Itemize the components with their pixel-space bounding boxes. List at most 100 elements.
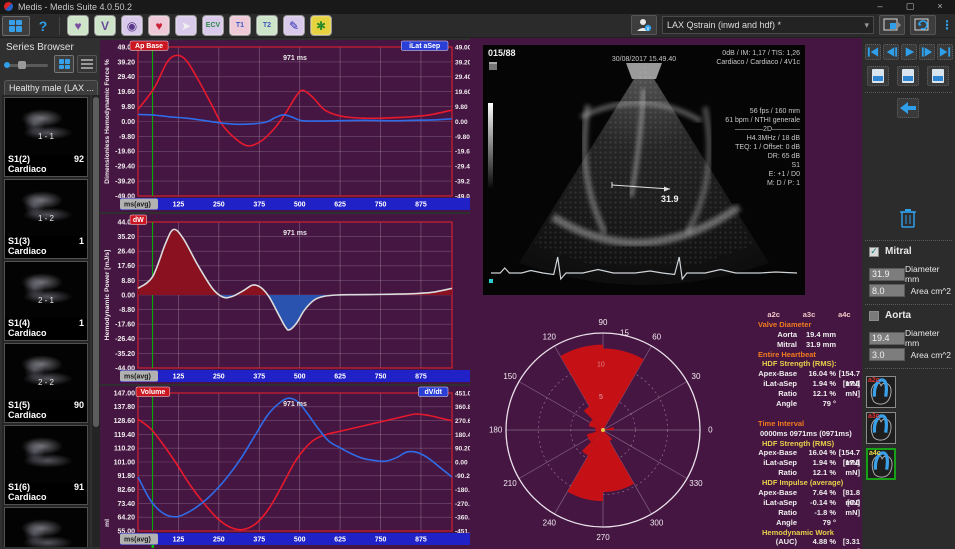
series-thumbnail[interactable]: 2 - 2S1(5)90Cardiaco xyxy=(4,343,88,423)
mitral-area-input[interactable] xyxy=(869,284,905,297)
series-thumbnail[interactable]: 1 - 1S1(2)92Cardiaco xyxy=(4,97,88,177)
svg-text:26.40: 26.40 xyxy=(117,249,135,256)
view-tab-a3c[interactable]: a3c xyxy=(791,310,826,320)
overflow-menu-button[interactable]: ⋮ xyxy=(941,18,951,32)
svg-text:29.40: 29.40 xyxy=(455,74,470,81)
dw-chart-svg: 44.0035.2026.4017.608.800.00-8.80-17.60-… xyxy=(100,214,470,384)
qflow-app-icon[interactable]: V xyxy=(94,15,116,36)
metric-value: 12.1 % xyxy=(800,389,836,399)
user-session-button[interactable]: x xyxy=(631,15,657,35)
svg-text:-360.80: -360.80 xyxy=(455,515,470,522)
toolbar-separator xyxy=(59,17,60,35)
ecv-app-icon[interactable]: ECV xyxy=(202,15,224,36)
series-thumbnail[interactable]: 2 - 1S1(4)1Cardiaco xyxy=(4,261,88,341)
series-thumbnail[interactable] xyxy=(4,507,88,547)
patient-tab[interactable]: Healthy male (LAX ... xyxy=(4,80,98,95)
ultrasound-viewport[interactable]: 015/88 30/08/2017 15.49.40 0dB / IM: 1,1… xyxy=(483,45,805,295)
delete-measurement-button[interactable] xyxy=(896,206,920,230)
reset-layout-button[interactable] xyxy=(910,15,936,35)
series-scrollbar[interactable] xyxy=(92,95,100,547)
title-bar: Medis - Medis Suite 4.0.50.2 – ▢ × xyxy=(0,0,955,14)
series-thumbnail[interactable]: S1(6)91Cardiaco xyxy=(4,425,88,505)
view-thumbnail-a4c[interactable]: a4c xyxy=(866,448,896,480)
volume-chart[interactable]: 147.00137.80128.60119.40110.20101.0091.8… xyxy=(100,386,470,549)
svg-text:39.20: 39.20 xyxy=(455,59,470,66)
hdf-chart[interactable]: 49.0039.2029.4019.609.800.00-9.80-19.60-… xyxy=(100,40,470,212)
view-tabs-row: a2ca3ca4c xyxy=(756,310,862,320)
frame-count: 1 xyxy=(79,236,84,246)
aorta-area-input[interactable] xyxy=(869,348,905,361)
svg-text:300: 300 xyxy=(650,518,664,527)
section-title: HDF Strength (RMS) xyxy=(762,439,862,449)
qmass-app-icon[interactable]: ♥ xyxy=(67,15,89,36)
aorta-label: Aorta xyxy=(885,310,911,321)
qmap-app-icon[interactable]: ♥ xyxy=(148,15,170,36)
svg-text:971 ms: 971 ms xyxy=(283,55,307,62)
export-avi-button[interactable] xyxy=(927,66,949,86)
metric-label: Mitral xyxy=(756,340,800,350)
file-avi-icon xyxy=(932,69,944,83)
svg-text:270: 270 xyxy=(596,533,610,542)
chevron-down-icon: ▾ xyxy=(864,20,869,31)
measurement-row: 0000ms 0971ms (0971ms) xyxy=(756,429,862,439)
view-tab-a4c[interactable]: a4c xyxy=(827,310,862,320)
aorta-checkbox[interactable] xyxy=(869,311,879,321)
measurement-row: Ratio-1.8 % xyxy=(756,508,862,518)
svg-text:500: 500 xyxy=(294,374,306,381)
thumbnail-size-slider[interactable] xyxy=(8,64,48,67)
view-tab-a2c[interactable]: a2c xyxy=(756,310,791,320)
step-back-button[interactable] xyxy=(883,44,899,60)
qplaque-app-icon[interactable]: ✎ xyxy=(283,15,305,36)
svg-text:10: 10 xyxy=(597,362,605,369)
close-button[interactable]: × xyxy=(925,0,955,14)
t2-app-icon[interactable]: T2 xyxy=(256,15,278,36)
svg-text:82.60: 82.60 xyxy=(117,487,135,494)
series-id: S1(6) xyxy=(8,482,30,492)
section-title: HDF Strength (RMS): xyxy=(762,359,862,369)
svg-text:9.80: 9.80 xyxy=(121,104,135,111)
help-button[interactable]: ? xyxy=(34,18,52,34)
play-button[interactable] xyxy=(901,44,917,60)
t1-app-icon[interactable]: T1 xyxy=(229,15,251,36)
metric-value: 31.9 mm xyxy=(800,340,836,350)
svg-text:0.00: 0.00 xyxy=(455,119,468,126)
section-title: Time Interval xyxy=(758,419,862,429)
svg-text:240: 240 xyxy=(543,518,557,527)
view-thumbnail-a2c[interactable]: a2c xyxy=(866,376,896,408)
qstrain-app-icon[interactable]: ◉ xyxy=(121,15,143,36)
svg-text:500: 500 xyxy=(294,537,306,544)
series-thumbnail[interactable]: 1 - 2S1(3)1Cardiaco xyxy=(4,179,88,259)
workspace-layout-button[interactable] xyxy=(2,16,30,36)
value-text: 0000ms 0971ms (0971ms) xyxy=(760,429,862,439)
metric-value: 79 ° xyxy=(800,399,836,409)
undo-back-button[interactable] xyxy=(897,98,919,118)
export-data-button[interactable] xyxy=(897,66,919,86)
list-view-button[interactable] xyxy=(77,55,97,73)
grid-view-button[interactable] xyxy=(54,55,74,73)
session-dropdown[interactable]: LAX Qstrain (inwd and hdf) * ▾ xyxy=(662,16,874,34)
svg-text:dW: dW xyxy=(133,217,144,224)
svg-text:971 ms: 971 ms xyxy=(283,401,307,408)
aorta-diameter-input[interactable] xyxy=(869,332,905,345)
svg-text:180: 180 xyxy=(489,426,503,435)
maximize-button[interactable]: ▢ xyxy=(895,0,925,14)
svg-text:dV/dt: dV/dt xyxy=(425,389,443,396)
step-forward-button[interactable] xyxy=(919,44,935,60)
svg-text:ms(avg): ms(avg) xyxy=(124,537,151,544)
metric-value: -1.8 % xyxy=(800,508,836,518)
skip-start-button[interactable] xyxy=(865,44,881,60)
svg-text:330: 330 xyxy=(689,479,703,488)
mitral-checkbox[interactable]: ✓ xyxy=(869,247,879,257)
export-jpg-button[interactable] xyxy=(867,66,889,86)
qtavi-app-icon[interactable]: ➤ xyxy=(175,15,197,36)
series-label: Cardiaco xyxy=(5,328,87,340)
svg-text:91.80: 91.80 xyxy=(117,473,135,480)
skip-end-button[interactable] xyxy=(937,44,953,60)
mitral-diameter-input[interactable] xyxy=(869,268,905,281)
layout-select-button[interactable] xyxy=(879,15,905,35)
power-chart[interactable]: 44.0035.2026.4017.608.800.00-8.80-17.60-… xyxy=(100,214,470,384)
series-label: Cardiaco xyxy=(5,410,87,422)
minimize-button[interactable]: – xyxy=(865,0,895,14)
view-thumbnail-a3c[interactable]: a3c xyxy=(866,412,896,444)
q3d-app-icon[interactable]: ✱ xyxy=(310,15,332,36)
